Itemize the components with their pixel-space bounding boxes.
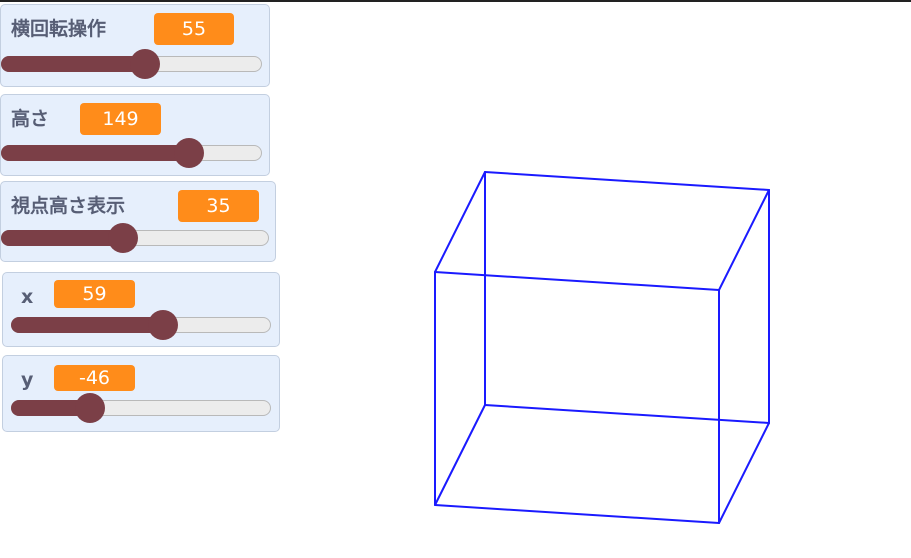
cube-edge bbox=[484, 404, 770, 424]
cube-edge bbox=[434, 404, 486, 506]
cube-edge bbox=[484, 171, 770, 191]
cube-edge bbox=[718, 189, 770, 291]
cube-edge bbox=[434, 271, 720, 291]
cube-edge bbox=[434, 171, 486, 273]
stage: 横回転操作 55 高さ 149 視点高さ表示 35 x 59 y -46 bbox=[0, 0, 911, 558]
cube-edge bbox=[718, 422, 770, 524]
wireframe-cube bbox=[434, 171, 770, 524]
cube-edge bbox=[434, 504, 720, 524]
